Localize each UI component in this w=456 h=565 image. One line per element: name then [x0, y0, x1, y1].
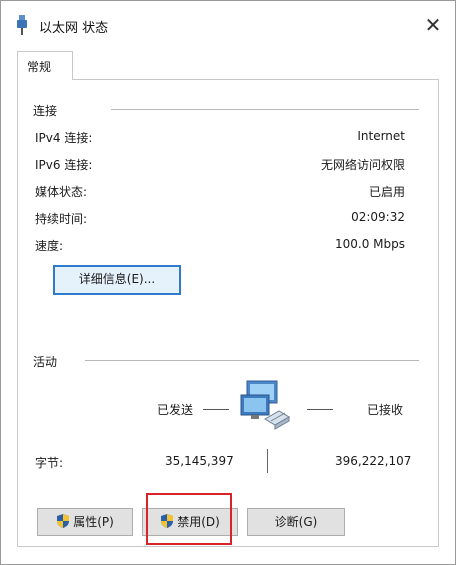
sent-dash: [203, 409, 229, 410]
duration-label: 持续时间:: [35, 212, 88, 226]
received-label: 已接收: [367, 403, 404, 417]
duration-value: 02:09:32: [351, 210, 405, 224]
network-computers-icon: [240, 380, 290, 430]
close-button[interactable]: ✕: [419, 11, 447, 39]
properties-button[interactable]: 属性(P): [37, 508, 133, 536]
bytes-separator: [267, 449, 268, 473]
ethernet-icon: [17, 15, 27, 35]
connection-divider: [111, 109, 419, 110]
sent-label: 已发送: [157, 403, 194, 417]
diagnose-label: 诊断(G): [274, 515, 318, 529]
bytes-received-value: 396,222,107: [335, 454, 412, 468]
ipv4-value: Internet: [357, 129, 405, 143]
media-state-value: 已启用: [368, 185, 405, 199]
received-dash: [307, 409, 333, 410]
activity-heading: 活动: [33, 355, 58, 369]
highlight-box: [146, 493, 232, 545]
window-title: 以太网 状态: [39, 21, 109, 36]
bytes-label: 字节:: [35, 456, 64, 470]
ipv4-label: IPv4 连接:: [35, 131, 93, 145]
diagnose-button[interactable]: 诊断(G): [247, 508, 345, 536]
tab-general[interactable]: 常规: [17, 51, 73, 80]
ipv6-value: 无网络访问权限: [320, 158, 405, 172]
media-state-label: 媒体状态:: [35, 185, 88, 199]
uac-shield-icon: [57, 514, 70, 528]
title-bar: 以太网 状态 ✕: [1, 1, 455, 47]
close-icon: ✕: [424, 13, 442, 37]
activity-divider: [85, 360, 419, 361]
tab-general-label: 常规: [27, 60, 52, 74]
speed-label: 速度:: [35, 239, 64, 253]
ipv6-label: IPv6 连接:: [35, 158, 93, 172]
tab-panel: [17, 79, 439, 547]
details-button[interactable]: 详细信息(E)...: [53, 265, 181, 295]
bytes-sent-value: 35,145,397: [165, 454, 234, 468]
speed-value: 100.0 Mbps: [334, 237, 405, 251]
connection-heading: 连接: [33, 104, 58, 118]
properties-label: 属性(P): [73, 515, 114, 529]
status-window: 以太网 状态 ✕ 常规 连接 IPv4 连接: Internet IPv6 连接…: [0, 0, 456, 565]
